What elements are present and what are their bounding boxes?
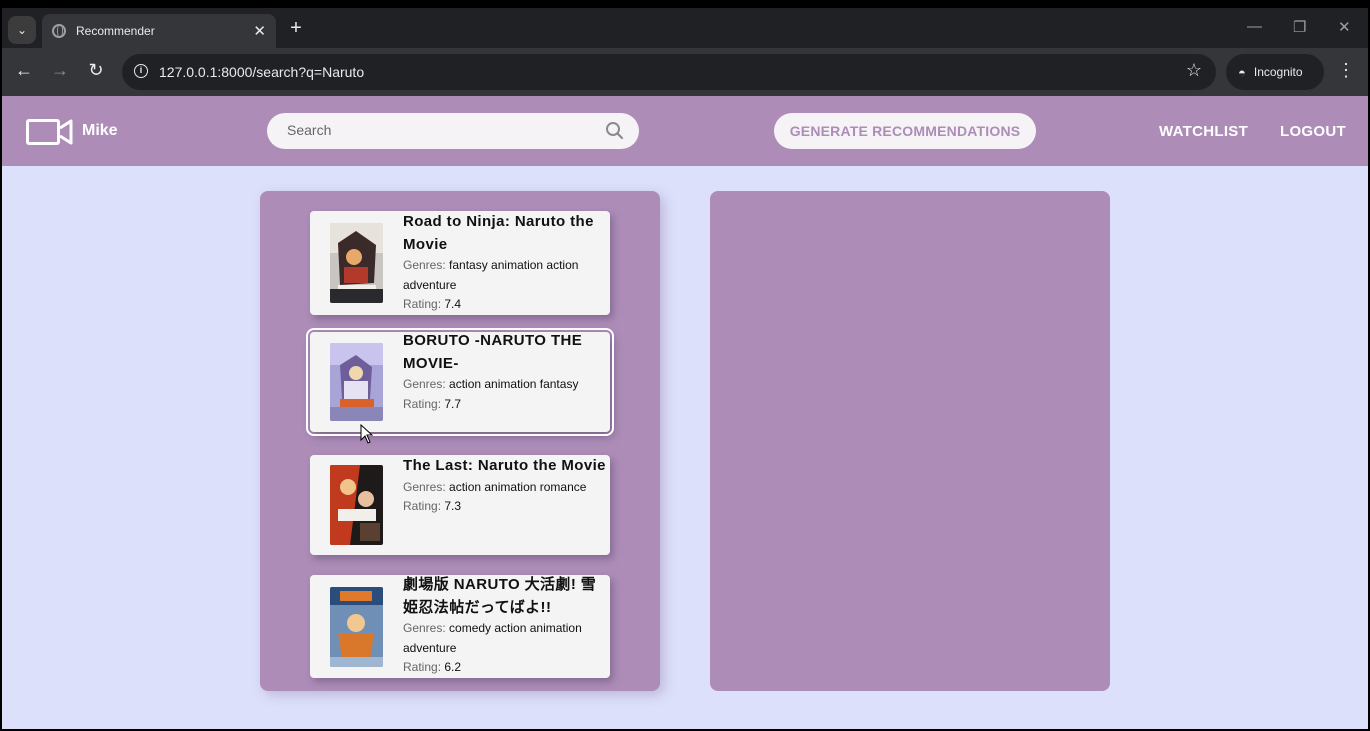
page: Mike GENERATE RECOMMENDATIONS WATCHLIST …: [2, 96, 1368, 729]
result-card[interactable]: The Last: Naruto the Movie Genres: actio…: [310, 455, 610, 555]
search-box[interactable]: [267, 113, 639, 149]
rating-label: Rating:: [403, 499, 442, 513]
incognito-icon: ◓: [1238, 64, 1246, 80]
incognito-label: Incognito: [1253, 65, 1303, 79]
search-input[interactable]: [287, 122, 587, 138]
search-results-panel: Road to Ninja: Naruto the Movie Genres: …: [260, 191, 660, 691]
genres-label: Genres:: [403, 377, 446, 391]
movie-genres: Genres: fantasy animation action adventu…: [403, 256, 608, 295]
genres-label: Genres:: [403, 621, 446, 635]
movie-poster[interactable]: [330, 223, 383, 303]
movie-title[interactable]: BORUTO -NARUTO THE MOVIE-: [403, 330, 608, 375]
tab-strip: ⌄ Recommender ✕ + — ❐ ✕: [2, 8, 1368, 48]
watchlist-link[interactable]: WATCHLIST: [1159, 123, 1248, 140]
movie-rating: Rating: 7.7: [403, 395, 608, 415]
incognito-indicator[interactable]: ◓ Incognito: [1226, 54, 1324, 90]
movie-poster[interactable]: [330, 587, 383, 667]
movie-poster[interactable]: [330, 465, 383, 545]
genres-label: Genres:: [403, 479, 446, 494]
rating-value: 7.7: [444, 396, 462, 411]
recommendations-panel: [710, 191, 1110, 691]
movie-rating: Rating: 7.3: [403, 497, 608, 517]
result-card[interactable]: Road to Ninja: Naruto the Movie Genres: …: [310, 211, 610, 315]
movie-rating: Rating: 6.2: [403, 658, 608, 678]
rating-value: 7.3: [444, 499, 462, 513]
movie-poster[interactable]: [330, 343, 383, 421]
rating-label: Rating:: [403, 297, 442, 311]
movie-genres: Genres: action animation fantasy: [403, 375, 608, 395]
movie-title[interactable]: The Last: Naruto the Movie: [403, 455, 608, 478]
movie-genres: Genres: comedy action animation adventur…: [403, 619, 608, 658]
site-info-icon[interactable]: i: [134, 64, 148, 78]
camera-lens-icon: [59, 118, 73, 146]
rating-value: 6.2: [444, 660, 462, 674]
video-camera-icon[interactable]: [26, 119, 60, 145]
globe-icon: [52, 24, 66, 38]
chevron-down-icon: ⌄: [16, 23, 28, 37]
movie-rating: Rating: 7.4: [403, 295, 608, 315]
result-info: BORUTO -NARUTO THE MOVIE- Genres: action…: [403, 330, 608, 414]
generate-recommendations-button[interactable]: GENERATE RECOMMENDATIONS: [774, 113, 1036, 149]
address-bar[interactable]: i 127.0.0.1:8000/search?q=Naruto ☆: [122, 54, 1216, 90]
mouse-pointer-icon: [360, 423, 374, 449]
new-tab-button[interactable]: +: [284, 17, 308, 40]
result-info: Road to Ninja: Naruto the Movie Genres: …: [403, 211, 608, 315]
browser-tab[interactable]: Recommender ✕: [42, 14, 276, 48]
site-header: Mike GENERATE RECOMMENDATIONS WATCHLIST …: [2, 96, 1368, 166]
rating-label: Rating:: [403, 396, 442, 411]
result-info: 劇場版 NARUTO 大活劇! 雪姫忍法帖だってばよ!! Genres: com…: [403, 574, 608, 678]
bookmark-star-icon[interactable]: ☆: [1186, 60, 1202, 81]
movie-title[interactable]: Road to Ninja: Naruto the Movie: [403, 211, 608, 256]
url-text[interactable]: 127.0.0.1:8000/search?q=Naruto: [159, 64, 364, 80]
genres-value: action animation romance: [449, 479, 587, 494]
movie-title[interactable]: 劇場版 NARUTO 大活劇! 雪姫忍法帖だってばよ!!: [403, 574, 608, 619]
genres-value: action animation fantasy: [449, 377, 579, 391]
restore-icon[interactable]: ❐: [1293, 18, 1306, 36]
result-info: The Last: Naruto the Movie Genres: actio…: [403, 455, 608, 517]
browser-chrome: ⌄ Recommender ✕ + — ❐ ✕ ← → ↻ i 127.0.0.…: [2, 8, 1368, 96]
result-card[interactable]: BORUTO -NARUTO THE MOVIE- Genres: action…: [306, 328, 614, 436]
search-icon[interactable]: [605, 121, 625, 146]
genres-label: Genres:: [403, 258, 446, 272]
tab-title: Recommender: [76, 24, 155, 38]
tab-search-button[interactable]: ⌄: [8, 16, 36, 44]
rating-value: 7.4: [444, 297, 462, 311]
forward-arrow-icon[interactable]: →: [48, 60, 72, 81]
browser-toolbar: ← → ↻ i 127.0.0.1:8000/search?q=Naruto ☆…: [2, 48, 1368, 96]
close-window-icon[interactable]: ✕: [1338, 18, 1351, 36]
back-arrow-icon[interactable]: ←: [12, 60, 36, 81]
result-card[interactable]: 劇場版 NARUTO 大活劇! 雪姫忍法帖だってばよ!! Genres: com…: [310, 575, 610, 678]
rating-label: Rating:: [403, 660, 442, 674]
logout-link[interactable]: LOGOUT: [1280, 123, 1346, 140]
username: Mike: [82, 122, 118, 139]
reload-icon[interactable]: ↻: [84, 60, 108, 81]
browser-menu-icon[interactable]: ⋮: [1337, 60, 1355, 81]
close-tab-icon[interactable]: ✕: [253, 22, 266, 40]
movie-genres: Genres: action animation romance: [403, 478, 608, 498]
minimize-icon[interactable]: —: [1247, 18, 1262, 35]
